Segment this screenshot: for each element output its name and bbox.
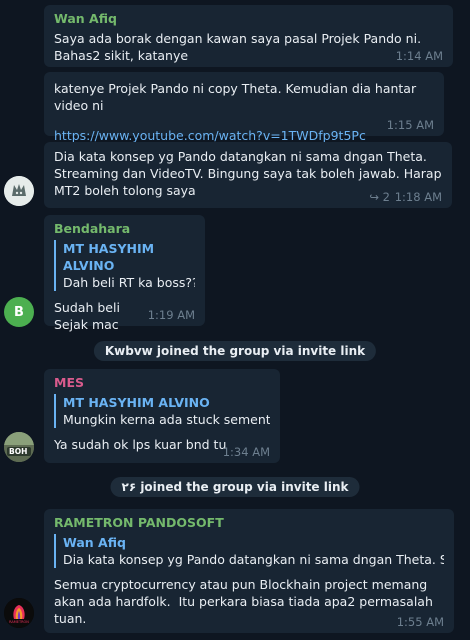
sender-name[interactable]: MES	[54, 375, 270, 390]
reply-quote[interactable]: MT HASYHIM ALVINO Dah beli RT ka boss??	[54, 240, 195, 291]
reply-text: Mungkin kerna ada stuck sement...	[63, 412, 270, 427]
message-bubble[interactable]: Bendahara MT HASYHIM ALVINO Dah beli RT …	[44, 215, 205, 332]
reply-quote[interactable]: MT HASYHIM ALVINO Mungkin kerna ada stuc…	[54, 394, 270, 428]
service-message: ۲۶ joined the group via invite link	[110, 477, 360, 497]
sender-name[interactable]: RAMETRON PANDOSOFT	[54, 515, 444, 530]
message-bubble[interactable]: Wan Afiq Saya ada borak dengan kawan say…	[44, 5, 453, 67]
reply-name: MT HASYHIM ALVINO	[63, 241, 155, 273]
avatar-letter: B	[14, 304, 24, 320]
service-message: Kwbvw joined the group via invite link	[93, 341, 377, 361]
reply-name: Wan Afiq	[63, 535, 126, 550]
message-time: 1:14 AM	[395, 49, 443, 63]
replies-indicator[interactable]: ↪ 2	[369, 190, 390, 204]
reply-quote[interactable]: Wan Afiq Dia kata konsep yg Pando datang…	[54, 534, 444, 568]
avatar[interactable]	[4, 176, 34, 206]
avatar-label: BOH	[9, 447, 28, 456]
reply-arrow-icon: ↪	[369, 190, 380, 204]
avatar[interactable]: RAMETRON	[4, 598, 34, 628]
avatar[interactable]: B	[4, 297, 34, 327]
reply-name: MT HASYHIM ALVINO	[63, 395, 210, 410]
avatar[interactable]: BOH	[4, 432, 34, 462]
message-bubble[interactable]: MES MT HASYHIM ALVINO Mungkin kerna ada …	[44, 369, 280, 463]
message-link[interactable]: https://www.youtube.com/watch?v=1TWDfp9t…	[54, 128, 434, 143]
fox-logo-icon	[4, 176, 34, 206]
message-bubble[interactable]: RAMETRON PANDOSOFT Wan Afiq Dia kata kon…	[44, 509, 454, 633]
message-time: 1:18 AM	[394, 190, 442, 204]
reply-text: Dah beli RT ka boss??	[63, 275, 195, 290]
reply-text: Dia kata konsep yg Pando datangkan ni sa…	[63, 552, 444, 567]
message-time: 1:19 AM	[147, 308, 195, 322]
message-text: katenye Projek Pando ni copy Theta. Kemu…	[54, 81, 421, 113]
message-time: 1:55 AM	[396, 615, 444, 629]
replies-count: 2	[382, 190, 390, 204]
message-bubble[interactable]: katenye Projek Pando ni copy Theta. Kemu…	[44, 72, 444, 143]
sender-name[interactable]: Wan Afiq	[54, 11, 443, 26]
message-text: Semua cryptocurrency atau pun Blockhain …	[54, 577, 437, 626]
avatar-label: RAMETRON	[9, 620, 29, 624]
sender-name[interactable]: Bendahara	[54, 221, 195, 236]
message-bubble[interactable]: Dia kata konsep yg Pando datangkan ni sa…	[44, 142, 452, 208]
message-text: Saya ada borak dengan kawan saya pasal P…	[54, 31, 426, 63]
message-time: 1:15 AM	[386, 118, 434, 132]
message-time: 1:34 AM	[222, 445, 270, 459]
